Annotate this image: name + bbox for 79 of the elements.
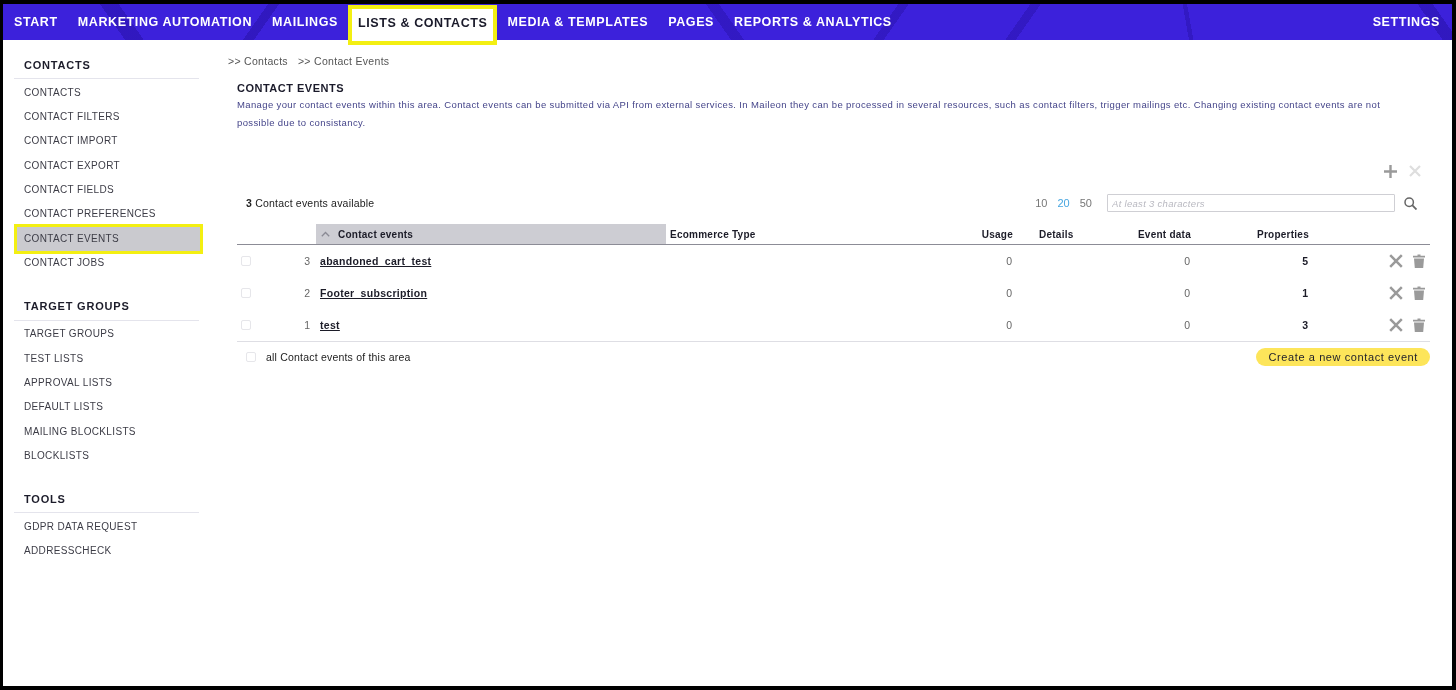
column-header[interactable]: Contact events: [316, 224, 666, 244]
delete-button[interactable]: [1413, 286, 1425, 300]
sidebar-item[interactable]: BLOCKLISTS: [17, 444, 200, 469]
nav-tab[interactable]: LISTS & CONTACTS: [347, 5, 498, 45]
page-description: Manage your contact events within this area. Contact events can be submitted via API from external services. In Maileon they can be processed in several resources, such as contact filters, trigger mailings etc. Changing existing contact events are not possible due to consistancy.: [237, 98, 1382, 130]
table-cell: 0: [1006, 319, 1012, 331]
nav-tab[interactable]: MAILINGS: [262, 4, 348, 40]
sidebar-item[interactable]: MAILING BLOCKLISTS: [17, 419, 200, 445]
sidebar-item[interactable]: CONTACTS: [17, 80, 200, 105]
remove-button[interactable]: [1389, 254, 1403, 268]
row-checkbox[interactable]: [241, 288, 251, 298]
event-name-link[interactable]: Footer_subscription: [320, 287, 428, 299]
select-all-label: all Contact events of this area: [266, 351, 411, 363]
row-number: 2: [304, 287, 310, 299]
sidebar-item[interactable]: CONTACT PREFERENCES: [17, 202, 200, 227]
create-button[interactable]: Create a new contact event: [1256, 348, 1430, 366]
nav-tab[interactable]: MEDIA & TEMPLATES: [497, 4, 659, 40]
results-count: 3 Contact events available: [246, 197, 375, 209]
trash-icon: [1413, 254, 1425, 268]
sidebar-heading: CONTACTS: [24, 58, 91, 71]
x-icon: [1389, 318, 1403, 332]
delete-button[interactable]: [1413, 318, 1425, 332]
sidebar-item[interactable]: CONTACT EVENTS: [17, 226, 200, 252]
sidebar-item[interactable]: CONTACT JOBS: [17, 251, 200, 276]
sidebar-heading: TARGET GROUPS: [24, 300, 130, 313]
sidebar-item[interactable]: APPROVAL LISTS: [17, 370, 200, 396]
sidebar-item[interactable]: GDPR DATA REQUEST: [17, 514, 200, 540]
column-header[interactable]: Details: [1016, 224, 1100, 244]
page-size-option[interactable]: 50: [1079, 197, 1092, 209]
column-header[interactable]: Event data: [1100, 224, 1194, 244]
add-button[interactable]: [1384, 164, 1397, 178]
page-title: CONTACT EVENTS: [237, 81, 345, 95]
trash-icon: [1413, 318, 1425, 332]
settings-link[interactable]: SETTINGS: [1362, 4, 1450, 40]
x-icon: [1389, 254, 1403, 268]
sidebar-heading: TOOLS: [24, 492, 66, 505]
delete-button[interactable]: [1413, 254, 1425, 268]
breadcrumb-link[interactable]: >> Contact Events: [297, 55, 390, 67]
row-number: 3: [304, 255, 310, 267]
sidebar-item[interactable]: TEST LISTS: [17, 346, 200, 371]
nav-tab[interactable]: START: [4, 4, 68, 40]
table-cell: 3: [1302, 319, 1308, 331]
table-cell: 0: [1006, 255, 1012, 267]
breadcrumb-link[interactable]: >> Contacts: [228, 55, 288, 67]
table-cell: 0: [1184, 319, 1190, 331]
x-icon: [1409, 165, 1421, 177]
row-number: 1: [304, 319, 310, 331]
sidebar-item[interactable]: CONTACT FIELDS: [17, 178, 200, 203]
sidebar-item[interactable]: CONTACT FILTERS: [17, 104, 200, 130]
event-name-link[interactable]: abandoned_cart_test: [320, 255, 432, 267]
sort-caret-icon: [321, 231, 330, 237]
nav-tab[interactable]: MARKETING AUTOMATION: [67, 4, 262, 40]
plus-icon: [1384, 164, 1397, 178]
page-size-option[interactable]: 10: [1035, 197, 1048, 209]
sidebar-item[interactable]: CONTACT IMPORT: [17, 129, 200, 154]
sidebar-item[interactable]: CONTACT EXPORT: [17, 153, 200, 179]
column-header[interactable]: Properties: [1194, 224, 1312, 244]
nav-tab[interactable]: PAGES: [658, 4, 725, 40]
search-icon[interactable]: [1404, 196, 1417, 210]
column-header[interactable]: Usage: [900, 224, 1016, 244]
search-field[interactable]: At least 3 characters: [1107, 194, 1395, 212]
table-cell: 0: [1184, 255, 1190, 267]
row-checkbox[interactable]: [241, 320, 251, 330]
x-icon: [1389, 286, 1403, 300]
column-header[interactable]: Ecommerce Type: [666, 224, 900, 244]
nav-tab[interactable]: REPORTS & ANALYTICS: [724, 4, 902, 40]
select-all-checkbox[interactable]: [246, 352, 256, 362]
remove-button[interactable]: [1389, 286, 1403, 300]
row-checkbox[interactable]: [241, 256, 251, 266]
sidebar-item[interactable]: ADDRESSCHECK: [17, 539, 200, 564]
sidebar-item[interactable]: TARGET GROUPS: [17, 322, 200, 347]
table-cell: 0: [1184, 287, 1190, 299]
table-cell: 1: [1302, 287, 1308, 299]
trash-icon: [1413, 286, 1425, 300]
event-name-link[interactable]: test: [320, 319, 340, 331]
table-cell: 0: [1006, 287, 1012, 299]
table-cell: 5: [1302, 255, 1308, 267]
sidebar-item[interactable]: DEFAULT LISTS: [17, 395, 200, 420]
remove-button[interactable]: [1389, 318, 1403, 332]
